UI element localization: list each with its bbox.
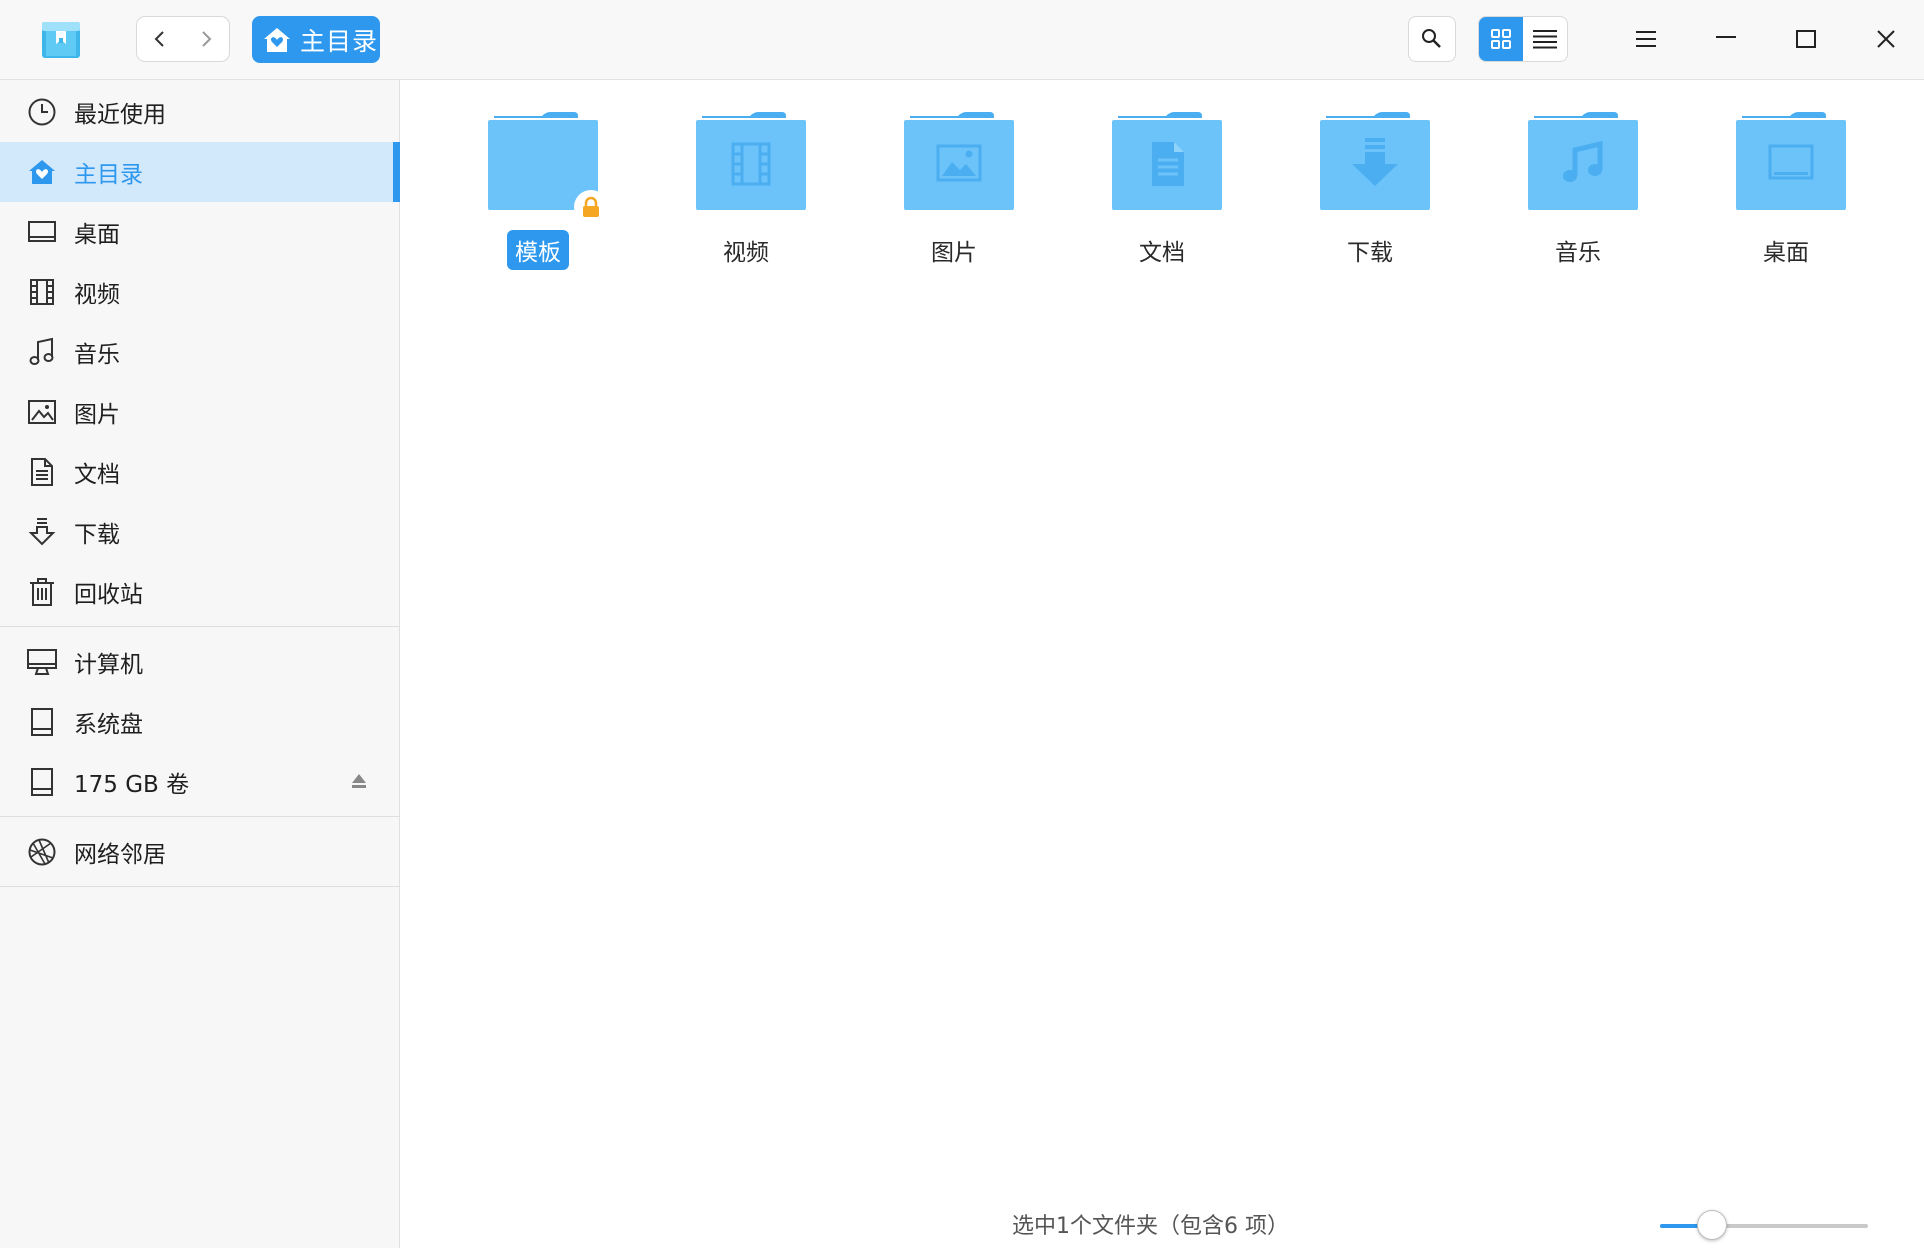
sidebar-item-label: 网络邻居 xyxy=(74,842,166,868)
trash-icon xyxy=(26,576,58,608)
folder-name: 音乐 xyxy=(1555,240,1601,266)
folder-icon xyxy=(1726,110,1846,214)
folder-item[interactable]: 文档 xyxy=(1072,110,1252,290)
folder-icon xyxy=(686,110,806,214)
folder-name: 文档 xyxy=(1139,240,1185,266)
folder-item[interactable]: 音乐 xyxy=(1488,110,1668,290)
sidebar-divider xyxy=(0,816,400,817)
sidebar-item-label: 图片 xyxy=(74,402,120,428)
menu-icon xyxy=(1636,31,1656,47)
folder-icon xyxy=(894,110,1014,214)
download-icon xyxy=(26,516,58,548)
sidebar-item-label: 最近使用 xyxy=(74,102,166,128)
list-view-button[interactable] xyxy=(1523,17,1567,61)
sidebar-item-downloads[interactable]: 下载 xyxy=(0,502,400,562)
minimize-button[interactable] xyxy=(1696,16,1756,62)
icon-view-button[interactable] xyxy=(1479,17,1523,61)
sidebar-item-label: 桌面 xyxy=(74,222,120,248)
eject-icon[interactable] xyxy=(350,772,368,794)
sidebar-item-label: 下载 xyxy=(74,522,120,548)
folder-name: 桌面 xyxy=(1763,240,1809,266)
folder-icon xyxy=(1310,110,1430,214)
status-text: 选中1个文件夹（包含6 项） xyxy=(1012,1214,1289,1239)
zoom-slider-handle[interactable] xyxy=(1697,1210,1727,1240)
file-manager-icon xyxy=(38,16,84,62)
sidebar-item-label: 计算机 xyxy=(74,652,143,678)
folder-name: 模板 xyxy=(507,230,569,270)
sidebar-item-videos[interactable]: 视频 xyxy=(0,262,400,322)
computer-icon xyxy=(26,646,58,678)
sidebar-item-label: 系统盘 xyxy=(74,712,143,738)
sidebar-item-desktop[interactable]: 桌面 xyxy=(0,202,400,262)
sidebar-item-label: 视频 xyxy=(74,282,120,308)
minimize-icon xyxy=(1716,36,1736,38)
sidebar-divider xyxy=(0,886,400,887)
forward-button[interactable] xyxy=(183,17,229,61)
folder-name: 视频 xyxy=(723,240,769,266)
sidebar-item-recent[interactable]: 最近使用 xyxy=(0,82,400,142)
folder-item[interactable]: 下载 xyxy=(1280,110,1460,290)
image-icon xyxy=(26,396,58,428)
close-icon xyxy=(1877,30,1895,48)
music-icon xyxy=(26,336,58,368)
list-icon xyxy=(1533,30,1557,49)
sidebar: 最近使用 主目录 桌面 视频 音乐 图片 文档 下载 回收站 计算机 系统盘 1… xyxy=(0,80,400,1248)
folder-item[interactable]: 视频 xyxy=(656,110,836,290)
sidebar-item-label: 回收站 xyxy=(74,582,143,608)
disk-icon xyxy=(26,766,58,798)
sidebar-item-pictures[interactable]: 图片 xyxy=(0,382,400,442)
sidebar-item-label: 音乐 xyxy=(74,342,120,368)
search-button[interactable] xyxy=(1408,16,1456,62)
sidebar-item-system-disk[interactable]: 系统盘 xyxy=(0,692,400,752)
document-icon xyxy=(1152,142,1184,186)
disk-icon xyxy=(26,706,58,738)
maximize-icon xyxy=(1796,30,1816,48)
maximize-button[interactable] xyxy=(1776,16,1836,62)
sidebar-item-home[interactable]: 主目录 xyxy=(0,142,400,202)
grid-icon xyxy=(1491,29,1511,49)
breadcrumb-home[interactable]: 主目录 xyxy=(252,16,380,63)
document-icon xyxy=(26,456,58,488)
home-icon xyxy=(264,27,290,52)
menu-button[interactable] xyxy=(1616,16,1676,62)
clock-icon xyxy=(26,96,58,128)
navigation-buttons xyxy=(136,16,230,62)
sidebar-item-documents[interactable]: 文档 xyxy=(0,442,400,502)
folder-item[interactable]: 图片 xyxy=(864,110,1044,290)
folder-name: 图片 xyxy=(931,240,977,266)
sidebar-item-label: 主目录 xyxy=(74,162,143,188)
folder-item[interactable]: 桌面 xyxy=(1696,110,1876,290)
title-bar: 主目录 xyxy=(0,0,1924,80)
search-icon xyxy=(1422,29,1441,48)
breadcrumb-label: 主目录 xyxy=(300,26,379,56)
sidebar-item-label: 175 GB 卷 xyxy=(74,772,190,798)
sidebar-item-computer[interactable]: 计算机 xyxy=(0,632,400,692)
network-icon xyxy=(26,836,58,868)
lock-icon xyxy=(574,190,608,224)
desktop-icon xyxy=(26,216,58,248)
sidebar-item-trash[interactable]: 回收站 xyxy=(0,562,400,622)
sidebar-item-volume[interactable]: 175 GB 卷 xyxy=(0,752,400,812)
folder-icon xyxy=(1102,110,1222,214)
view-mode-switch xyxy=(1478,16,1568,62)
sidebar-item-network[interactable]: 网络邻居 xyxy=(0,822,400,882)
sidebar-item-label: 文档 xyxy=(74,462,120,488)
home-icon xyxy=(26,156,58,188)
film-icon xyxy=(26,276,58,308)
folder-icon xyxy=(1518,110,1638,214)
folder-item[interactable]: 模板 xyxy=(448,110,628,290)
chevron-right-icon xyxy=(202,31,212,47)
back-button[interactable] xyxy=(137,17,183,61)
folder-icon xyxy=(478,110,608,224)
chevron-left-icon xyxy=(154,31,164,47)
sidebar-item-music[interactable]: 音乐 xyxy=(0,322,400,382)
folder-name: 下载 xyxy=(1347,240,1393,266)
close-button[interactable] xyxy=(1856,16,1916,62)
sidebar-divider xyxy=(0,626,400,627)
